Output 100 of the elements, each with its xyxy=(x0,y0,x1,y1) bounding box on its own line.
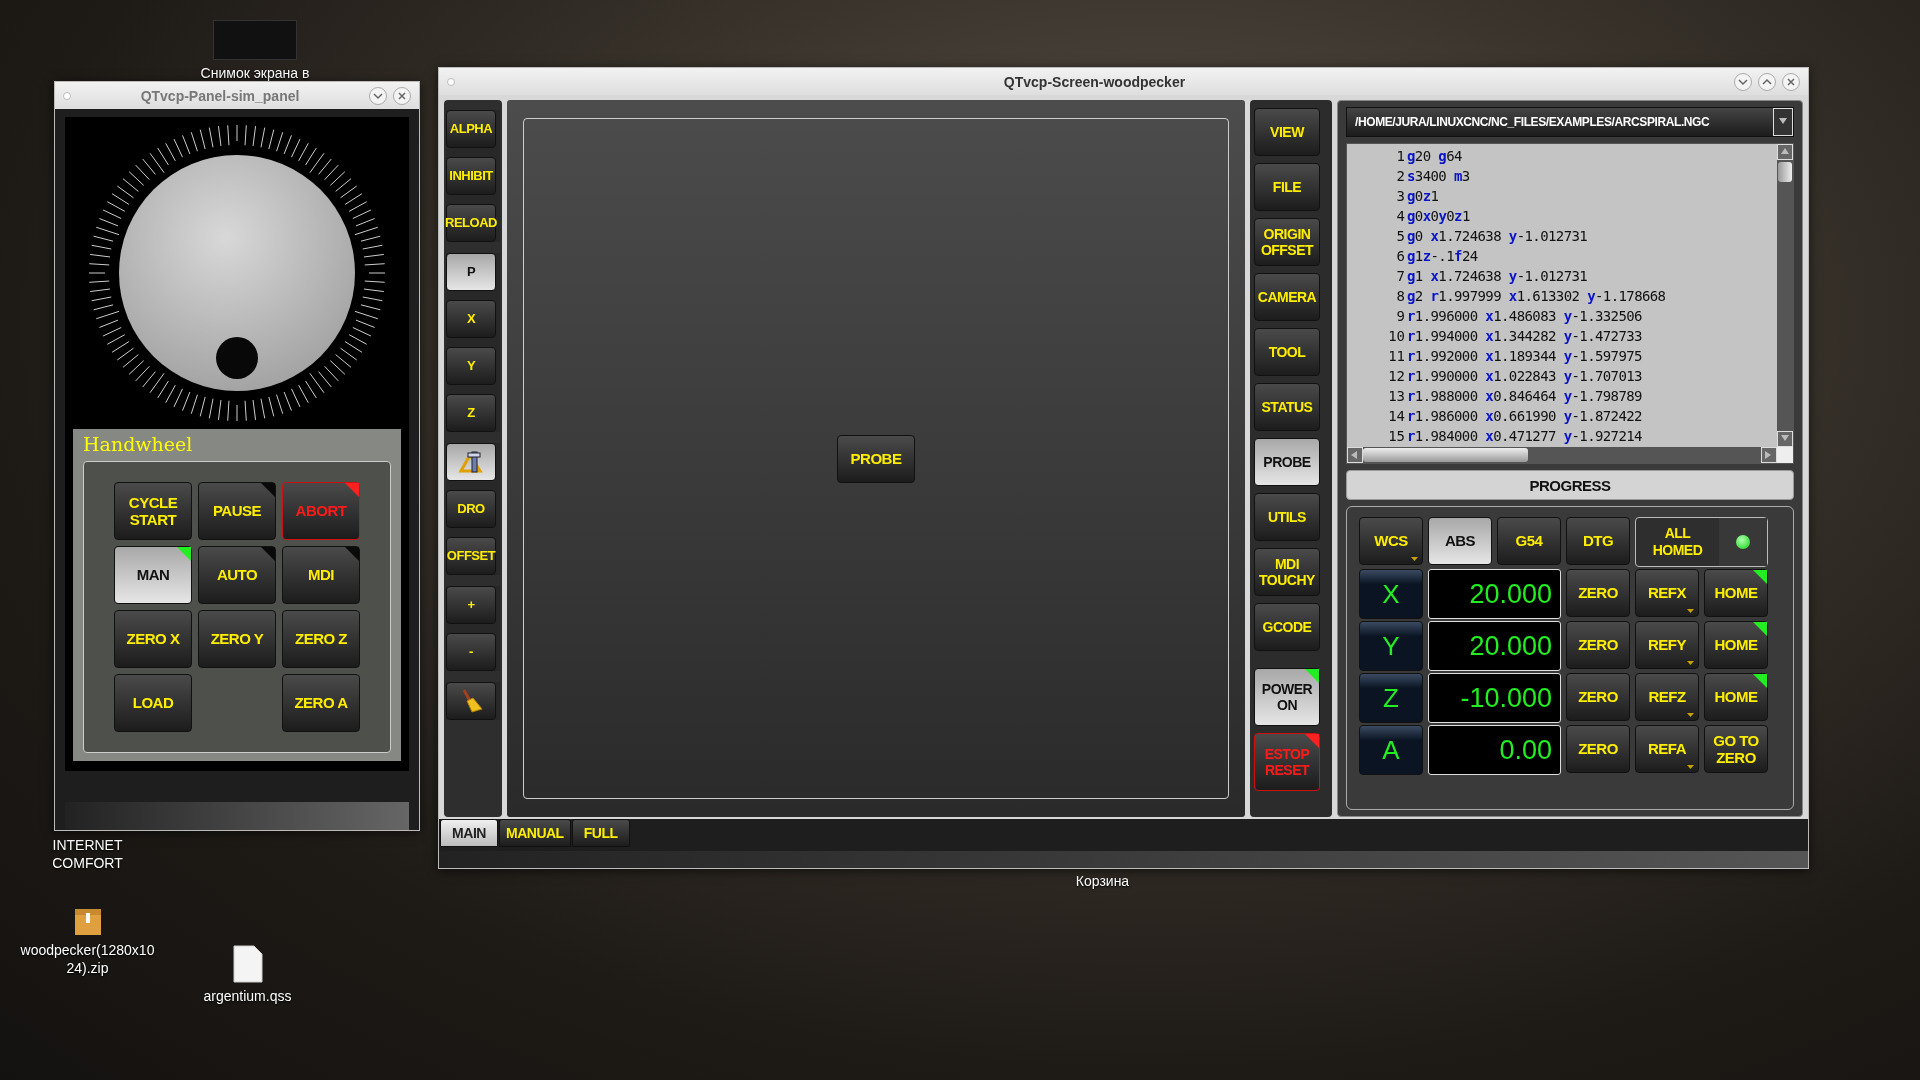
dropdown-caret-icon xyxy=(1687,713,1694,717)
toolbar-button[interactable]: OFFSET xyxy=(446,537,496,575)
toolbar-button[interactable] xyxy=(446,682,496,720)
panel-button[interactable]: AUTO xyxy=(198,546,276,604)
line-number: 8 xyxy=(1395,288,1406,304)
toolbar-button[interactable]: P xyxy=(446,253,496,291)
toolbar-button[interactable]: PROBE xyxy=(1254,438,1320,486)
axis-label: A xyxy=(1359,725,1423,775)
window-title: QTvcp-Panel-sim_panel xyxy=(139,87,301,104)
reference-button[interactable]: REFZ xyxy=(1635,673,1699,721)
toolbar-button[interactable]: Y xyxy=(446,347,496,385)
gcode-line-text: g1 x1.724638 y-1.012731 xyxy=(1407,268,1588,284)
toolbar-button[interactable]: TOOL xyxy=(1254,328,1320,376)
tab[interactable]: FULL xyxy=(571,819,630,847)
home-button[interactable]: GO TO ZERO xyxy=(1704,725,1768,773)
line-number: 5 xyxy=(1395,228,1406,244)
document-file-icon[interactable] xyxy=(231,945,264,983)
minimize-button[interactable] xyxy=(1734,72,1752,91)
image-thumbnail[interactable] xyxy=(213,20,297,60)
toolbar-button[interactable]: FILE xyxy=(1254,163,1320,211)
toolbar-button[interactable]: VIEW xyxy=(1254,108,1320,156)
window-title: QTvcp-Screen-woodpecker xyxy=(1002,73,1187,90)
toolbar-button[interactable]: - xyxy=(446,633,496,671)
dro-mode-button[interactable]: G54 xyxy=(1497,517,1561,565)
chevron-down-icon xyxy=(373,91,383,100)
maximize-button[interactable] xyxy=(1758,72,1776,91)
panel-button[interactable]: LOAD xyxy=(114,674,192,732)
arrow-left-icon xyxy=(1351,451,1359,459)
window-menu-dot[interactable] xyxy=(447,77,455,86)
desktop-icon-label[interactable]: INTERNET COMFORT xyxy=(30,836,145,872)
reference-button[interactable]: REFA xyxy=(1635,725,1699,773)
toolbar-button[interactable] xyxy=(446,443,496,481)
window-menu-dot[interactable] xyxy=(63,91,71,100)
dropdown-caret-icon xyxy=(1687,661,1694,665)
panel-button[interactable]: PAUSE xyxy=(198,482,276,540)
scrollbar-thumb[interactable] xyxy=(1363,448,1528,462)
panel-button[interactable]: CYCLE START xyxy=(114,482,192,540)
zero-button[interactable]: ZERO xyxy=(1566,621,1630,669)
line-number: 7 xyxy=(1395,268,1406,284)
toolbar-button[interactable]: RELOAD xyxy=(446,204,496,242)
toolbar-button[interactable]: ORIGIN OFFSET xyxy=(1254,218,1320,266)
dropdown-caret-icon xyxy=(1687,609,1694,613)
horizontal-scrollbar[interactable] xyxy=(1347,447,1777,463)
toolbar-button[interactable]: ALPHA xyxy=(446,110,496,148)
home-button[interactable]: HOME xyxy=(1704,621,1768,669)
close-button[interactable] xyxy=(393,86,411,105)
dropdown-button[interactable] xyxy=(1773,108,1793,136)
panel-button[interactable]: ZERO Z xyxy=(282,610,360,668)
panel-button[interactable]: MDI xyxy=(282,546,360,604)
file-dropdown[interactable]: /HOME/JURA/LINUXCNC/NC_FILES/EXAMPLES/ARCSPIRAL.NGC xyxy=(1346,107,1794,137)
desktop-icon-label[interactable]: Корзина xyxy=(1075,872,1130,890)
axis-position-readout: 20.000 xyxy=(1428,621,1561,671)
probe-button[interactable]: PROBE xyxy=(837,434,915,483)
toolbar-button[interactable]: GCODE xyxy=(1254,603,1320,651)
progress-label: PROGRESS xyxy=(1529,476,1611,494)
panel-button[interactable]: ZERO A xyxy=(282,674,360,732)
line-number: 4 xyxy=(1395,208,1406,224)
desktop-icon-label[interactable]: Снимок экрана в xyxy=(200,64,310,82)
chevron-down-icon xyxy=(1738,77,1748,86)
desktop-icon-label[interactable]: woodpecker(1280x1024).zip xyxy=(20,941,155,977)
scrollbar-thumb[interactable] xyxy=(1778,162,1792,182)
home-button[interactable]: HOME xyxy=(1704,673,1768,721)
toolbar-button[interactable]: CAMERA xyxy=(1254,273,1320,321)
handwheel-dial-drawing[interactable] xyxy=(87,123,387,423)
gcode-editor[interactable] xyxy=(1346,143,1794,464)
dro-mode-button[interactable]: ABS xyxy=(1428,517,1492,565)
panel-button[interactable]: ZERO X xyxy=(114,610,192,668)
axis-label: Y xyxy=(1359,621,1423,671)
panel-button[interactable]: ZERO Y xyxy=(198,610,276,668)
toolbar-button[interactable]: INHIBIT xyxy=(446,157,496,195)
dro-mode-button[interactable]: WCS xyxy=(1359,517,1423,565)
toolbar-button[interactable]: DRO xyxy=(446,490,496,528)
toolbar-button[interactable]: + xyxy=(446,586,496,624)
dro-mode-button[interactable]: DTG xyxy=(1566,517,1630,565)
home-button[interactable]: HOME xyxy=(1704,569,1768,617)
tab[interactable]: MAIN xyxy=(440,819,498,847)
tab[interactable]: MANUAL xyxy=(499,819,571,847)
zero-button[interactable]: ZERO xyxy=(1566,673,1630,721)
toolbar-button[interactable]: UTILS xyxy=(1254,493,1320,541)
homed-status: ALL HOMED xyxy=(1635,517,1768,567)
line-number: 3 xyxy=(1395,188,1406,204)
toolbar-button[interactable]: POWER ON xyxy=(1254,668,1320,726)
gcode-line-text: g0 x1.724638 y-1.012731 xyxy=(1407,228,1588,244)
gcode-line-text: r1.990000 x1.022843 y-1.707013 xyxy=(1407,368,1642,384)
reference-button[interactable]: REFX xyxy=(1635,569,1699,617)
desktop-icon-label[interactable]: argentium.qss xyxy=(203,987,292,1005)
toolbar-button[interactable]: MDI TOUCHY xyxy=(1254,548,1320,596)
vertical-scrollbar[interactable] xyxy=(1777,144,1793,447)
zero-button[interactable]: ZERO xyxy=(1566,569,1630,617)
minimize-button[interactable] xyxy=(369,86,387,105)
toolbar-button[interactable]: STATUS xyxy=(1254,383,1320,431)
panel-button[interactable]: MAN xyxy=(114,546,192,604)
toolbar-button[interactable]: X xyxy=(446,300,496,338)
zero-button[interactable]: ZERO xyxy=(1566,725,1630,773)
toolbar-button[interactable]: Z xyxy=(446,394,496,432)
reference-button[interactable]: REFY xyxy=(1635,621,1699,669)
toolbar-button[interactable]: ESTOP RESET xyxy=(1254,733,1320,791)
close-icon xyxy=(1787,77,1795,86)
gcode-line-text: g2 r1.997999 x1.613302 y-1.178668 xyxy=(1407,288,1666,304)
close-button[interactable] xyxy=(1782,72,1800,91)
